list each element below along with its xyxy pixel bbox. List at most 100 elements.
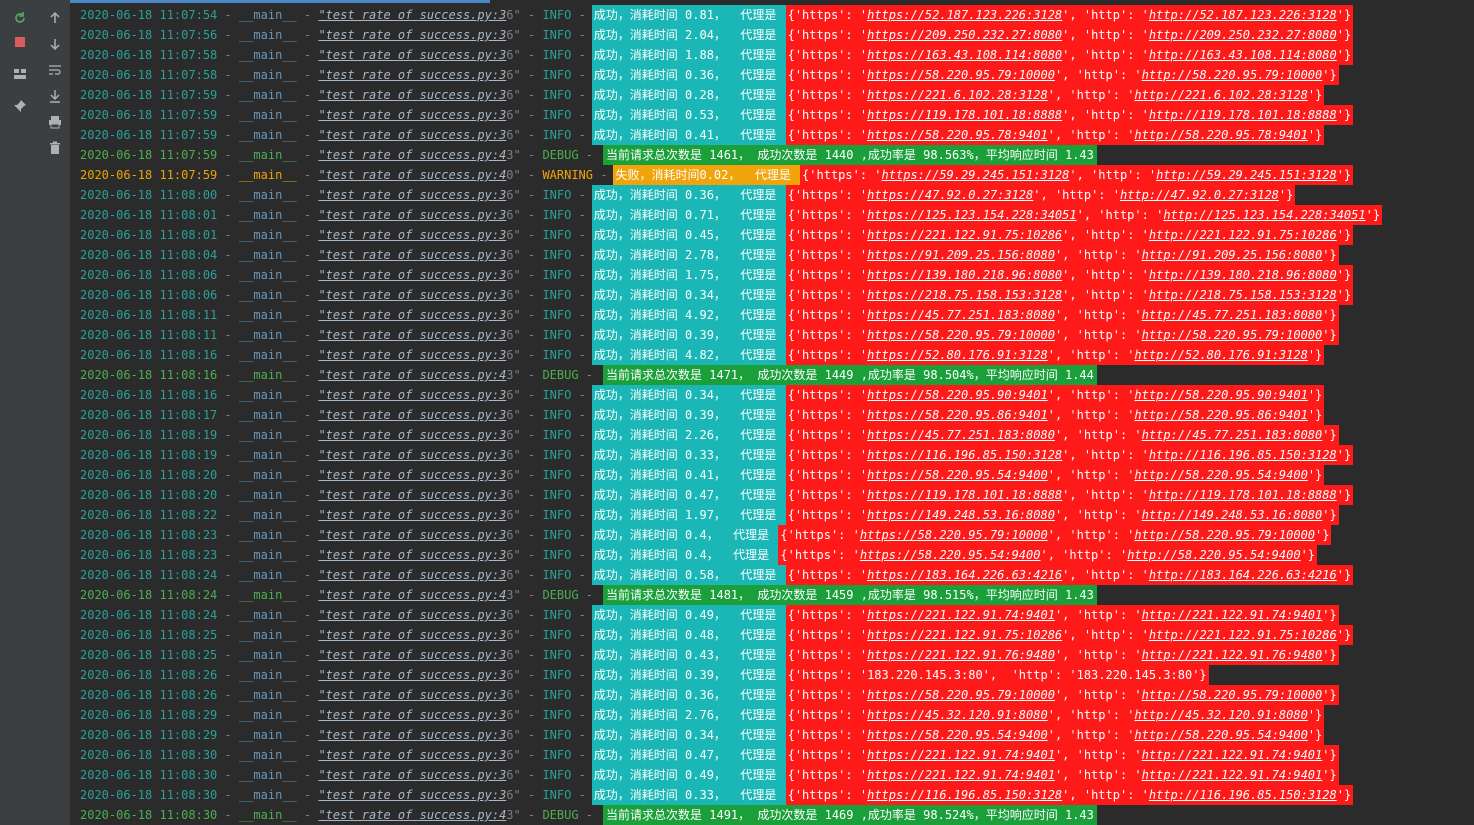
proxy-url-link[interactable]: https://58.220.95.78:9401	[867, 128, 1048, 142]
proxy-url-link[interactable]: https://116.196.85.150:3128	[867, 448, 1062, 462]
log-file-link[interactable]: "test rate of success.py:3	[318, 508, 506, 522]
proxy-url-link[interactable]: https://45.77.251.183:8080	[867, 308, 1055, 322]
proxy-url-link[interactable]: https://183.164.226.63:4216	[867, 568, 1062, 582]
proxy-url-link[interactable]: https://58.220.95.79:10000	[860, 528, 1048, 542]
log-file-link[interactable]: "test rate of success.py:3	[318, 408, 506, 422]
proxy-url-link[interactable]: http://59.29.245.151:3128	[1156, 168, 1337, 182]
log-file-link[interactable]: "test rate of success.py:4	[318, 148, 506, 162]
proxy-url-link[interactable]: https://58.220.95.79:10000	[867, 328, 1055, 342]
proxy-url-link[interactable]: https://221.122.91.74:9401	[867, 768, 1055, 782]
proxy-url-link[interactable]: https://45.77.251.183:8080	[867, 428, 1055, 442]
rerun-icon[interactable]	[9, 8, 31, 28]
log-file-link[interactable]: "test rate of success.py:3	[318, 768, 506, 782]
proxy-url-link[interactable]: https://221.122.91.76:9480	[867, 648, 1055, 662]
proxy-url-link[interactable]: http://209.250.232.27:8080	[1149, 28, 1337, 42]
log-file-link[interactable]: "test rate of success.py:3	[318, 208, 506, 222]
log-file-link[interactable]: "test rate of success.py:3	[318, 688, 506, 702]
log-file-link[interactable]: "test rate of success.py:3	[318, 548, 506, 562]
scroll-end-icon[interactable]	[44, 86, 66, 106]
log-file-link[interactable]: "test rate of success.py:3	[318, 228, 506, 242]
proxy-url-link[interactable]: http://58.220.95.54:9400	[1127, 548, 1300, 562]
print-icon[interactable]	[44, 112, 66, 132]
log-file-link[interactable]: "test rate of success.py:3	[318, 728, 506, 742]
proxy-url-link[interactable]: http://58.220.95.54:9400	[1134, 468, 1307, 482]
wrap-icon[interactable]	[44, 60, 66, 80]
log-file-link[interactable]: "test rate of success.py:3	[318, 748, 506, 762]
down-icon[interactable]	[44, 34, 66, 54]
proxy-url-link[interactable]: http://218.75.158.153:3128	[1149, 288, 1337, 302]
proxy-url-link[interactable]: http://149.248.53.16:8080	[1142, 508, 1323, 522]
proxy-url-link[interactable]: http://58.220.95.54:9400	[1134, 728, 1307, 742]
proxy-url-link[interactable]: https://221.122.91.74:9401	[867, 608, 1055, 622]
log-file-link[interactable]: "test rate of success.py:3	[318, 708, 506, 722]
proxy-url-link[interactable]: https://218.75.158.153:3128	[867, 288, 1062, 302]
log-file-link[interactable]: "test rate of success.py:3	[318, 288, 506, 302]
proxy-url-link[interactable]: https://139.180.218.96:8080	[867, 268, 1062, 282]
proxy-url-link[interactable]: https://58.220.95.54:9400	[867, 468, 1048, 482]
log-file-link[interactable]: "test rate of success.py:3	[318, 128, 506, 142]
log-file-link[interactable]: "test rate of success.py:3	[318, 188, 506, 202]
log-file-link[interactable]: "test rate of success.py:3	[318, 648, 506, 662]
proxy-url-link[interactable]: http://58.220.95.79:10000	[1134, 528, 1315, 542]
proxy-url-link[interactable]: https://119.178.101.18:8888	[867, 488, 1062, 502]
proxy-url-link[interactable]: https://52.187.123.226:3128	[867, 8, 1062, 22]
proxy-url-link[interactable]: http://221.122.91.74:9401	[1142, 608, 1323, 622]
log-file-link[interactable]: "test rate of success.py:3	[318, 48, 506, 62]
proxy-url-link[interactable]: https://209.250.232.27:8080	[867, 28, 1062, 42]
proxy-url-link[interactable]: http://45.32.120.91:8080	[1134, 708, 1307, 722]
proxy-url-link[interactable]: https://58.220.95.54:9400	[860, 548, 1041, 562]
proxy-url-link[interactable]: http://119.178.101.18:8888	[1149, 108, 1337, 122]
log-file-link[interactable]: "test rate of success.py:3	[318, 28, 506, 42]
proxy-url-link[interactable]: https://91.209.25.156:8080	[867, 248, 1055, 262]
proxy-url-link[interactable]: https://58.220.95.86:9401	[867, 408, 1048, 422]
proxy-url-link[interactable]: http://91.209.25.156:8080	[1142, 248, 1323, 262]
proxy-url-link[interactable]: http://221.122.91.76:9480	[1142, 648, 1323, 662]
proxy-url-link[interactable]: http://221.122.91.74:9401	[1142, 748, 1323, 762]
proxy-url-link[interactable]: https://116.196.85.150:3128	[867, 788, 1062, 802]
pin-icon[interactable]	[9, 96, 31, 116]
log-file-link[interactable]: "test rate of success.py:3	[318, 8, 506, 22]
log-file-link[interactable]: "test rate of success.py:4	[318, 168, 506, 182]
proxy-url-link[interactable]: http://47.92.0.27:3128	[1120, 188, 1279, 202]
log-file-link[interactable]: "test rate of success.py:3	[318, 628, 506, 642]
log-file-link[interactable]: "test rate of success.py:3	[318, 348, 506, 362]
proxy-url-link[interactable]: http://183.164.226.63:4216	[1149, 568, 1337, 582]
proxy-url-link[interactable]: http://58.220.95.86:9401	[1134, 408, 1307, 422]
log-file-link[interactable]: "test rate of success.py:3	[318, 248, 506, 262]
log-file-link[interactable]: "test rate of success.py:3	[318, 488, 506, 502]
trash-icon[interactable]	[44, 138, 66, 158]
proxy-url-link[interactable]: https://58.220.95.90:9401	[867, 388, 1048, 402]
layout-icon[interactable]	[9, 64, 31, 84]
proxy-url-link[interactable]: https://119.178.101.18:8888	[867, 108, 1062, 122]
log-file-link[interactable]: "test rate of success.py:4	[318, 808, 506, 822]
proxy-url-link[interactable]: http://221.122.91.75:10286	[1149, 628, 1337, 642]
proxy-url-link[interactable]: https://221.122.91.75:10286	[867, 228, 1062, 242]
log-file-link[interactable]: "test rate of success.py:3	[318, 68, 506, 82]
proxy-url-link[interactable]: https://45.32.120.91:8080	[867, 708, 1048, 722]
proxy-url-link[interactable]: https://58.220.95.79:10000	[867, 68, 1055, 82]
proxy-url-link[interactable]: https://221.122.91.74:9401	[867, 748, 1055, 762]
proxy-url-link[interactable]: https://47.92.0.27:3128	[867, 188, 1033, 202]
log-file-link[interactable]: "test rate of success.py:3	[318, 88, 506, 102]
proxy-url-link[interactable]: http://52.187.123.226:3128	[1149, 8, 1337, 22]
log-file-link[interactable]: "test rate of success.py:3	[318, 268, 506, 282]
log-file-link[interactable]: "test rate of success.py:3	[318, 388, 506, 402]
proxy-url-link[interactable]: https://58.220.95.79:10000	[867, 688, 1055, 702]
log-file-link[interactable]: "test rate of success.py:3	[318, 448, 506, 462]
proxy-url-link[interactable]: https://59.29.245.151:3128	[882, 168, 1070, 182]
log-file-link[interactable]: "test rate of success.py:3	[318, 428, 506, 442]
proxy-url-link[interactable]: https://221.122.91.75:10286	[867, 628, 1062, 642]
proxy-url-link[interactable]: http://116.196.85.150:3128	[1149, 448, 1337, 462]
log-file-link[interactable]: "test rate of success.py:3	[318, 328, 506, 342]
log-file-link[interactable]: "test rate of success.py:3	[318, 568, 506, 582]
proxy-url-link[interactable]: http://116.196.85.150:3128	[1149, 788, 1337, 802]
log-file-link[interactable]: "test rate of success.py:3	[318, 608, 506, 622]
proxy-url-link[interactable]: https://58.220.95.54:9400	[867, 728, 1048, 742]
proxy-url-link[interactable]: http://163.43.108.114:8080	[1149, 48, 1337, 62]
proxy-url-link[interactable]: https://52.80.176.91:3128	[867, 348, 1048, 362]
proxy-url-link[interactable]: http://58.220.95.79:10000	[1142, 68, 1323, 82]
proxy-url-link[interactable]: http://139.180.218.96:8080	[1149, 268, 1337, 282]
proxy-url-link[interactable]: http://58.220.95.79:10000	[1142, 328, 1323, 342]
proxy-url-link[interactable]: http://221.6.102.28:3128	[1134, 88, 1307, 102]
proxy-url-link[interactable]: http://119.178.101.18:8888	[1149, 488, 1337, 502]
